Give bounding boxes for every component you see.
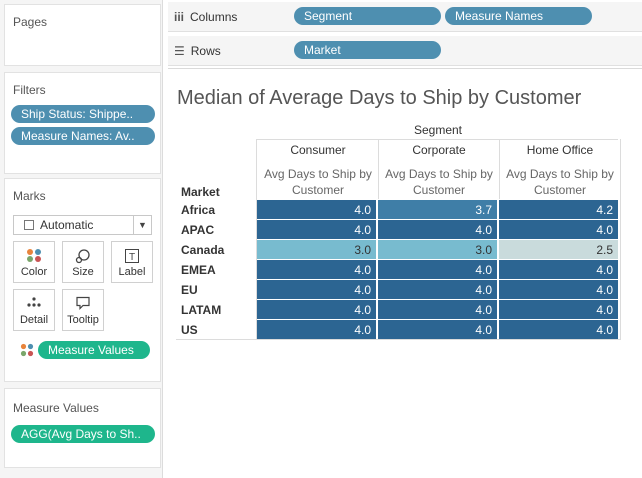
marks-color-button[interactable]: Color [13, 241, 55, 283]
row-header-market: Market [181, 185, 220, 199]
marks-label-label: Label [118, 266, 146, 278]
rows-pill-market[interactable]: Market [294, 41, 441, 59]
heatmap-cell[interactable]: 4.0 [378, 260, 498, 280]
columns-shelf-label: iii Columns [174, 10, 238, 24]
viz-canvas[interactable]: Median of Average Days to Ship by Custom… [168, 68, 642, 478]
heatmap-cell[interactable]: 4.0 [378, 320, 498, 340]
rows-shelf-label: ☰ Rows [174, 44, 221, 58]
heatmap-cell[interactable]: 4.0 [499, 320, 619, 340]
heatmap-cell[interactable]: 4.0 [257, 220, 377, 240]
heatmap-cell[interactable]: 4.0 [257, 200, 377, 220]
color-dots-icon [20, 343, 34, 360]
columns-pill-measure-names[interactable]: Measure Names [445, 7, 592, 25]
segment-group-header: Segment [413, 123, 463, 137]
chevron-down-icon[interactable]: ▼ [133, 216, 151, 234]
marks-size-button[interactable]: Size [62, 241, 104, 283]
row-label-eu[interactable]: EU [181, 283, 198, 297]
heatmap-cell[interactable]: 4.0 [257, 320, 377, 340]
segment-header-home-office[interactable]: Home Office [500, 143, 620, 157]
heatmap-cell[interactable]: 4.0 [257, 260, 377, 280]
measure-header-corporate[interactable]: Avg Days to Ship by Customer [379, 166, 499, 198]
mark-type-value: Automatic [40, 218, 94, 232]
marks-detail-button[interactable]: Detail [13, 289, 55, 331]
row-label-latam[interactable]: LATAM [181, 303, 221, 317]
heatmap-cell[interactable]: 3.7 [378, 200, 498, 220]
heatmap-cell[interactable]: 4.0 [499, 220, 619, 240]
detail-dots-icon [14, 290, 54, 312]
pages-card[interactable]: Pages [4, 4, 161, 66]
color-dots-icon [14, 242, 54, 264]
pages-title: Pages [13, 15, 48, 29]
table-bottom-border [176, 339, 621, 340]
row-label-canada[interactable]: Canada [181, 243, 224, 257]
heatmap-cell[interactable]: 4.0 [378, 300, 498, 320]
filter-pill-ship-status[interactable]: Ship Status: Shippe.. [11, 105, 155, 123]
filters-card[interactable]: Filters Ship Status: Shippe.. Measure Na… [4, 72, 161, 174]
heatmap-cell[interactable]: 4.0 [499, 300, 619, 320]
measure-header-home-office[interactable]: Avg Days to Ship by Customer [500, 166, 620, 198]
columns-icon: iii [174, 10, 185, 24]
heatmap-cell[interactable]: 3.0 [378, 240, 498, 260]
square-mark-icon [24, 220, 34, 230]
row-label-apac[interactable]: APAC [181, 223, 214, 237]
heatmap-cell[interactable]: 4.2 [499, 200, 619, 220]
color-pill-measure-values[interactable]: Measure Values [38, 341, 150, 359]
size-icon [63, 242, 103, 264]
heatmap-cell[interactable]: 4.0 [257, 300, 377, 320]
columns-pill-segment[interactable]: Segment [294, 7, 441, 25]
row-label-us[interactable]: US [181, 323, 198, 337]
measure-values-pill[interactable]: AGG(Avg Days to Sh.. [11, 425, 155, 443]
segment-header-corporate[interactable]: Corporate [379, 143, 499, 157]
measure-values-title: Measure Values [13, 401, 99, 415]
rows-shelf[interactable]: ☰ Rows Market [168, 36, 642, 66]
heatmap-cell[interactable]: 4.0 [499, 280, 619, 300]
segment-header-consumer[interactable]: Consumer [258, 143, 378, 157]
heatmap-cell[interactable]: 3.0 [257, 240, 377, 260]
row-label-africa[interactable]: Africa [181, 203, 215, 217]
measure-values-card[interactable]: Measure Values AGG(Avg Days to Sh.. [4, 388, 161, 468]
header-divider [256, 139, 618, 140]
rows-icon: ☰ [174, 44, 185, 58]
text-label-icon: T [112, 242, 152, 264]
marks-title: Marks [13, 189, 46, 203]
heatmap-cell[interactable]: 4.0 [378, 220, 498, 240]
column-divider [620, 139, 621, 339]
tooltip-icon [63, 290, 103, 312]
heatmap-cell[interactable]: 4.0 [378, 280, 498, 300]
heatmap-cell[interactable]: 2.5 [499, 240, 619, 260]
marks-card[interactable]: Marks Automatic ▼ Color Size T Label Det… [4, 178, 161, 382]
marks-label-button[interactable]: T Label [111, 241, 153, 283]
svg-text:T: T [129, 252, 135, 263]
marks-tooltip-label: Tooltip [67, 314, 99, 326]
column-divider [378, 139, 379, 199]
mark-type-dropdown[interactable]: Automatic ▼ [13, 215, 152, 235]
measure-header-consumer[interactable]: Avg Days to Ship by Customer [258, 166, 378, 198]
heatmap-cell[interactable]: 4.0 [257, 280, 377, 300]
marks-size-label: Size [72, 266, 94, 278]
column-divider [499, 139, 500, 199]
marks-tooltip-button[interactable]: Tooltip [62, 289, 104, 331]
heatmap-cell[interactable]: 4.0 [499, 260, 619, 280]
filter-pill-measure-names[interactable]: Measure Names: Av.. [11, 127, 155, 145]
marks-color-label: Color [20, 266, 48, 278]
columns-shelf[interactable]: iii Columns Segment Measure Names [168, 2, 642, 32]
row-label-emea[interactable]: EMEA [181, 263, 216, 277]
marks-detail-label: Detail [19, 314, 49, 326]
filters-title: Filters [13, 83, 46, 97]
viz-title: Median of Average Days to Ship by Custom… [177, 87, 582, 109]
